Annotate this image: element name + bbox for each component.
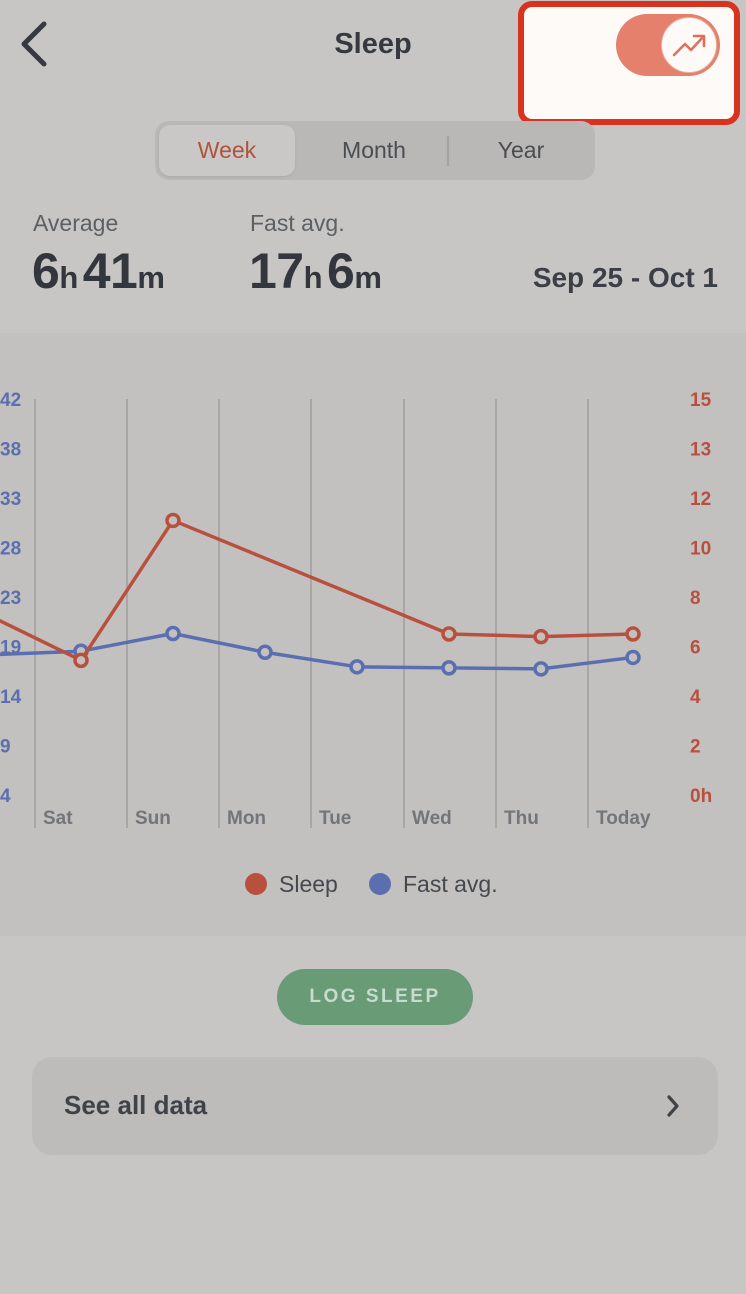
chevron-right-icon bbox=[667, 1095, 679, 1117]
right-axis-tick: 12 bbox=[690, 489, 711, 510]
fast-avg-data-point bbox=[441, 660, 457, 676]
chart-legend: Sleep Fast avg. bbox=[0, 869, 746, 899]
sleep-dot-icon bbox=[245, 873, 267, 895]
sleep-data-point bbox=[441, 626, 457, 642]
see-all-data-row[interactable]: See all data bbox=[32, 1057, 718, 1155]
see-all-label: See all data bbox=[64, 1090, 208, 1120]
right-axis-tick: 15 bbox=[690, 390, 712, 411]
tab-divider bbox=[447, 136, 449, 166]
day-label: Sat bbox=[43, 808, 73, 829]
sleep-screen: Sleep Week Month Year Average 6h 41m Fas… bbox=[0, 0, 746, 1294]
fast-avg-value: 17h 6m bbox=[249, 242, 382, 300]
trend-up-icon bbox=[672, 34, 706, 57]
tab-week[interactable]: Week bbox=[159, 125, 295, 176]
fast-avg-data-point bbox=[349, 659, 365, 675]
legend-item-sleep: Sleep bbox=[245, 869, 338, 899]
sleep-data-point bbox=[533, 628, 549, 645]
average-hours: 6 bbox=[32, 243, 60, 299]
sleep-data-point bbox=[165, 512, 181, 529]
legend-label-sleep: Sleep bbox=[279, 870, 338, 897]
sleep-chart: 49141923283338420h246810121315Sat Sun Mon T… bbox=[0, 390, 712, 829]
average-hours-unit: h bbox=[59, 260, 79, 295]
fast-avg-data-point bbox=[625, 649, 641, 666]
sleep-data-point bbox=[73, 652, 89, 669]
fast-avg-label: Fast avg. bbox=[250, 210, 345, 236]
fast-avg-data-point bbox=[533, 661, 549, 677]
right-axis-tick: 2 bbox=[690, 737, 701, 758]
day-label: Tue bbox=[319, 808, 351, 829]
left-axis-tick: 4 bbox=[0, 786, 11, 807]
fast-avg-hours-unit: h bbox=[303, 260, 323, 295]
day-label: Thu bbox=[504, 808, 539, 829]
chart-card: 4 9 14 19 23 28 33 38 42 0h 2 4 6 8 10 12 13 15 Sat Sun Mon T… bbox=[0, 333, 746, 936]
toggle-knob[interactable] bbox=[661, 17, 717, 73]
left-axis-tick: 28 bbox=[0, 539, 21, 560]
left-axis-tick: 14 bbox=[0, 687, 22, 708]
day-label: Mon bbox=[227, 808, 266, 829]
fast-avg-data-point bbox=[165, 625, 181, 642]
tab-month[interactable]: Month bbox=[301, 125, 447, 176]
fast-avg-dot-icon bbox=[369, 873, 391, 895]
date-range: Sep 25 - Oct 1 bbox=[532, 262, 718, 293]
log-sleep-button[interactable]: LOG SLEEP bbox=[277, 969, 473, 1025]
fast-avg-minutes: 6 bbox=[327, 243, 355, 299]
left-axis-tick: 9 bbox=[0, 737, 11, 758]
range-tabs: Week Month Year bbox=[155, 121, 595, 180]
day-label: Today bbox=[596, 808, 651, 829]
left-axis-tick: 23 bbox=[0, 588, 21, 609]
right-axis-tick: 10 bbox=[690, 539, 711, 560]
right-axis-tick: 0h bbox=[690, 786, 712, 807]
average-minutes: 41 bbox=[82, 243, 138, 299]
legend-label-fast-avg: Fast avg. bbox=[403, 870, 498, 897]
day-label: Sun bbox=[135, 808, 171, 829]
left-axis-tick: 33 bbox=[0, 489, 21, 510]
left-axis-tick: 38 bbox=[0, 440, 21, 461]
right-axis-tick: 6 bbox=[690, 638, 701, 659]
right-axis-tick: 8 bbox=[690, 588, 701, 609]
right-axis-tick: 4 bbox=[690, 687, 701, 708]
right-axis-tick: 13 bbox=[690, 440, 711, 461]
average-value: 6h 41m bbox=[32, 242, 165, 300]
sleep-data-point bbox=[625, 626, 641, 642]
legend-item-fast-avg: Fast avg. bbox=[369, 869, 498, 899]
fast-avg-data-point bbox=[257, 644, 273, 660]
fast-avg-hours: 17 bbox=[249, 243, 304, 299]
fast-avg-minutes-unit: m bbox=[354, 260, 382, 295]
average-label: Average bbox=[33, 210, 119, 236]
tab-year[interactable]: Year bbox=[451, 125, 591, 176]
average-minutes-unit: m bbox=[137, 260, 165, 295]
day-label: Wed bbox=[412, 808, 452, 829]
left-axis-tick: 42 bbox=[0, 390, 21, 411]
